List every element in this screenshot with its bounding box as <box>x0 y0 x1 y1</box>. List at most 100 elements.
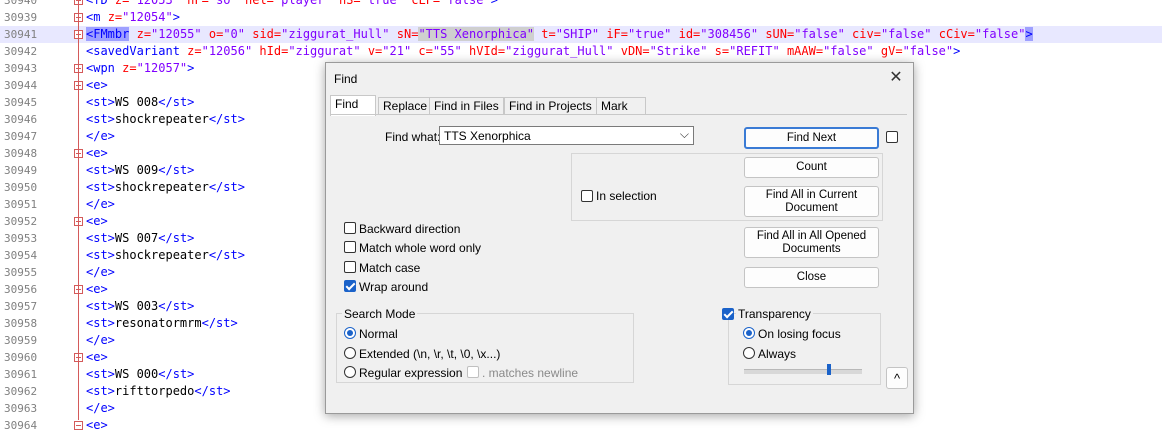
code-text[interactable]: <st>shockrepeater</st> <box>86 111 245 128</box>
collapse-button[interactable]: ^ <box>886 367 908 389</box>
line-number: 30959 <box>4 334 38 347</box>
code-text[interactable]: <savedVariant z="12056" hId="ziggurat" v… <box>86 43 960 60</box>
line-number: 30941 <box>4 28 38 41</box>
tab-find-in-projects[interactable]: Find in Projects <box>504 97 598 115</box>
line-number: 30942 <box>4 45 38 58</box>
tab-divider <box>330 114 907 115</box>
regex-mode-radio[interactable] <box>344 366 356 378</box>
code-text[interactable]: <wpn z="12057"> <box>86 60 194 77</box>
normal-mode-label: Normal <box>359 327 398 341</box>
line-number: 30949 <box>4 164 38 177</box>
line-number: 30939 <box>4 11 38 24</box>
code-text[interactable]: </e> <box>86 128 115 145</box>
find-all-current-document-button[interactable]: Find All in Current Document <box>744 186 879 217</box>
extended-mode-label: Extended (\n, \r, \t, \0, \x...) <box>359 347 501 361</box>
line-number: 30957 <box>4 300 38 313</box>
code-text[interactable]: <e> <box>86 281 108 298</box>
line-number: 30955 <box>4 266 38 279</box>
code-text[interactable]: <st>WS 000</st> <box>86 366 194 383</box>
chevron-down-icon[interactable]: ⌵ <box>680 127 689 142</box>
find-what-combobox[interactable]: TTS Xenorphica ⌵ <box>439 126 694 145</box>
tab-find-in-files[interactable]: Find in Files <box>429 97 504 115</box>
line-number: 30954 <box>4 249 38 262</box>
code-text[interactable]: <m z="12054"> <box>86 9 180 26</box>
on-losing-focus-label: On losing focus <box>758 327 841 341</box>
wrap-around-checkbox[interactable] <box>344 280 356 292</box>
line-number: 30958 <box>4 317 38 330</box>
code-text[interactable]: <st>shockrepeater</st> <box>86 179 245 196</box>
in-selection-label: In selection <box>596 189 657 203</box>
backward-direction-label: Backward direction <box>359 222 461 236</box>
close-icon[interactable]: ✕ <box>885 67 907 89</box>
find-all-opened-documents-button[interactable]: Find All in All Opened Documents <box>744 227 879 258</box>
extended-mode-radio[interactable] <box>344 347 356 359</box>
line-number: 30946 <box>4 113 38 126</box>
line-number: 30951 <box>4 198 38 211</box>
close-button[interactable]: Close <box>744 267 879 288</box>
code-text[interactable]: <FMmbr z="12055" o="0" sid="ziggurat_Hul… <box>86 26 1033 43</box>
code-text[interactable]: <st>WS 003</st> <box>86 298 194 315</box>
match-case-checkbox[interactable] <box>344 261 356 273</box>
line-number: 30945 <box>4 96 38 109</box>
code-text[interactable]: <st>WS 007</st> <box>86 230 194 247</box>
always-radio[interactable] <box>743 347 755 359</box>
line-number: 30963 <box>4 402 38 415</box>
code-text[interactable]: <st>rifttorpedo</st> <box>86 383 231 400</box>
line-number: 30940 <box>4 0 38 7</box>
tab-bar: Find Replace Find in Files Find in Proje… <box>330 95 646 116</box>
backward-direction-checkbox[interactable] <box>344 222 356 234</box>
find-what-label: Find what: <box>385 130 441 144</box>
find-what-value[interactable]: TTS Xenorphica <box>444 129 531 143</box>
code-line[interactable]: 30942 <savedVariant z="12056" hId="ziggur… <box>0 43 1162 60</box>
code-line[interactable]: 30940 <fD z="12053" nF="so" nel="player" … <box>0 0 1162 9</box>
match-case-label: Match case <box>359 261 421 275</box>
tab-replace[interactable]: Replace <box>378 97 430 115</box>
match-whole-word-checkbox[interactable] <box>344 241 356 253</box>
dialog-title: Find <box>334 72 358 86</box>
line-number: 30962 <box>4 385 38 398</box>
code-text[interactable]: <st>resonatormrm</st> <box>86 315 238 332</box>
tab-mark[interactable]: Mark <box>596 97 646 115</box>
tab-find[interactable]: Find <box>330 95 376 116</box>
code-text[interactable]: <e> <box>86 349 108 366</box>
code-text[interactable]: </e> <box>86 196 115 213</box>
code-text[interactable]: <st>WS 009</st> <box>86 162 194 179</box>
transparency-checkbox[interactable] <box>722 308 734 320</box>
code-text[interactable]: <st>shockrepeater</st> <box>86 247 245 264</box>
line-number: 30961 <box>4 368 38 381</box>
transparency-slider-track[interactable] <box>744 369 862 374</box>
code-text[interactable]: <e> <box>86 77 108 94</box>
search-mode-title: Search Mode <box>342 307 418 321</box>
code-text[interactable]: <e> <box>86 213 108 230</box>
code-line[interactable]: 30939 <m z="12054"> <box>0 9 1162 26</box>
fold-margin-line <box>78 0 79 420</box>
line-number: 30943 <box>4 62 38 75</box>
matches-newline-checkbox[interactable] <box>467 366 479 378</box>
match-whole-word-label: Match whole word only <box>359 241 482 255</box>
code-text[interactable]: </e> <box>86 400 115 417</box>
always-label: Always <box>758 347 797 361</box>
fold-toggle-icon[interactable] <box>74 421 83 430</box>
line-number: 30947 <box>4 130 38 143</box>
line-number: 30950 <box>4 181 38 194</box>
code-text[interactable]: <fD z="12053" nF="so" nel="player" nS="t… <box>86 0 498 9</box>
in-selection-checkbox[interactable] <box>581 190 593 202</box>
wrap-around-label: Wrap around <box>359 280 429 294</box>
code-text[interactable]: <st>WS 008</st> <box>86 94 194 111</box>
code-text[interactable]: <e> <box>86 145 108 162</box>
on-losing-focus-radio[interactable] <box>743 327 755 339</box>
code-text[interactable]: </e> <box>86 264 115 281</box>
line-number: 30948 <box>4 147 38 160</box>
code-line[interactable]: 30941 <FMmbr z="12055" o="0" sid="ziggura… <box>0 26 1162 43</box>
line-number: 30952 <box>4 215 38 228</box>
count-button[interactable]: Count <box>744 157 879 178</box>
matches-newline-label: . matches newline <box>482 366 579 380</box>
find-next-option-checkbox[interactable] <box>886 131 898 143</box>
transparency-slider-thumb[interactable] <box>827 364 831 375</box>
line-number: 30953 <box>4 232 38 245</box>
find-next-button[interactable]: Find Next <box>744 127 879 149</box>
regex-mode-label: Regular expression <box>359 366 463 380</box>
line-number: 30944 <box>4 79 38 92</box>
code-text[interactable]: </e> <box>86 332 115 349</box>
normal-mode-radio[interactable] <box>344 327 356 339</box>
